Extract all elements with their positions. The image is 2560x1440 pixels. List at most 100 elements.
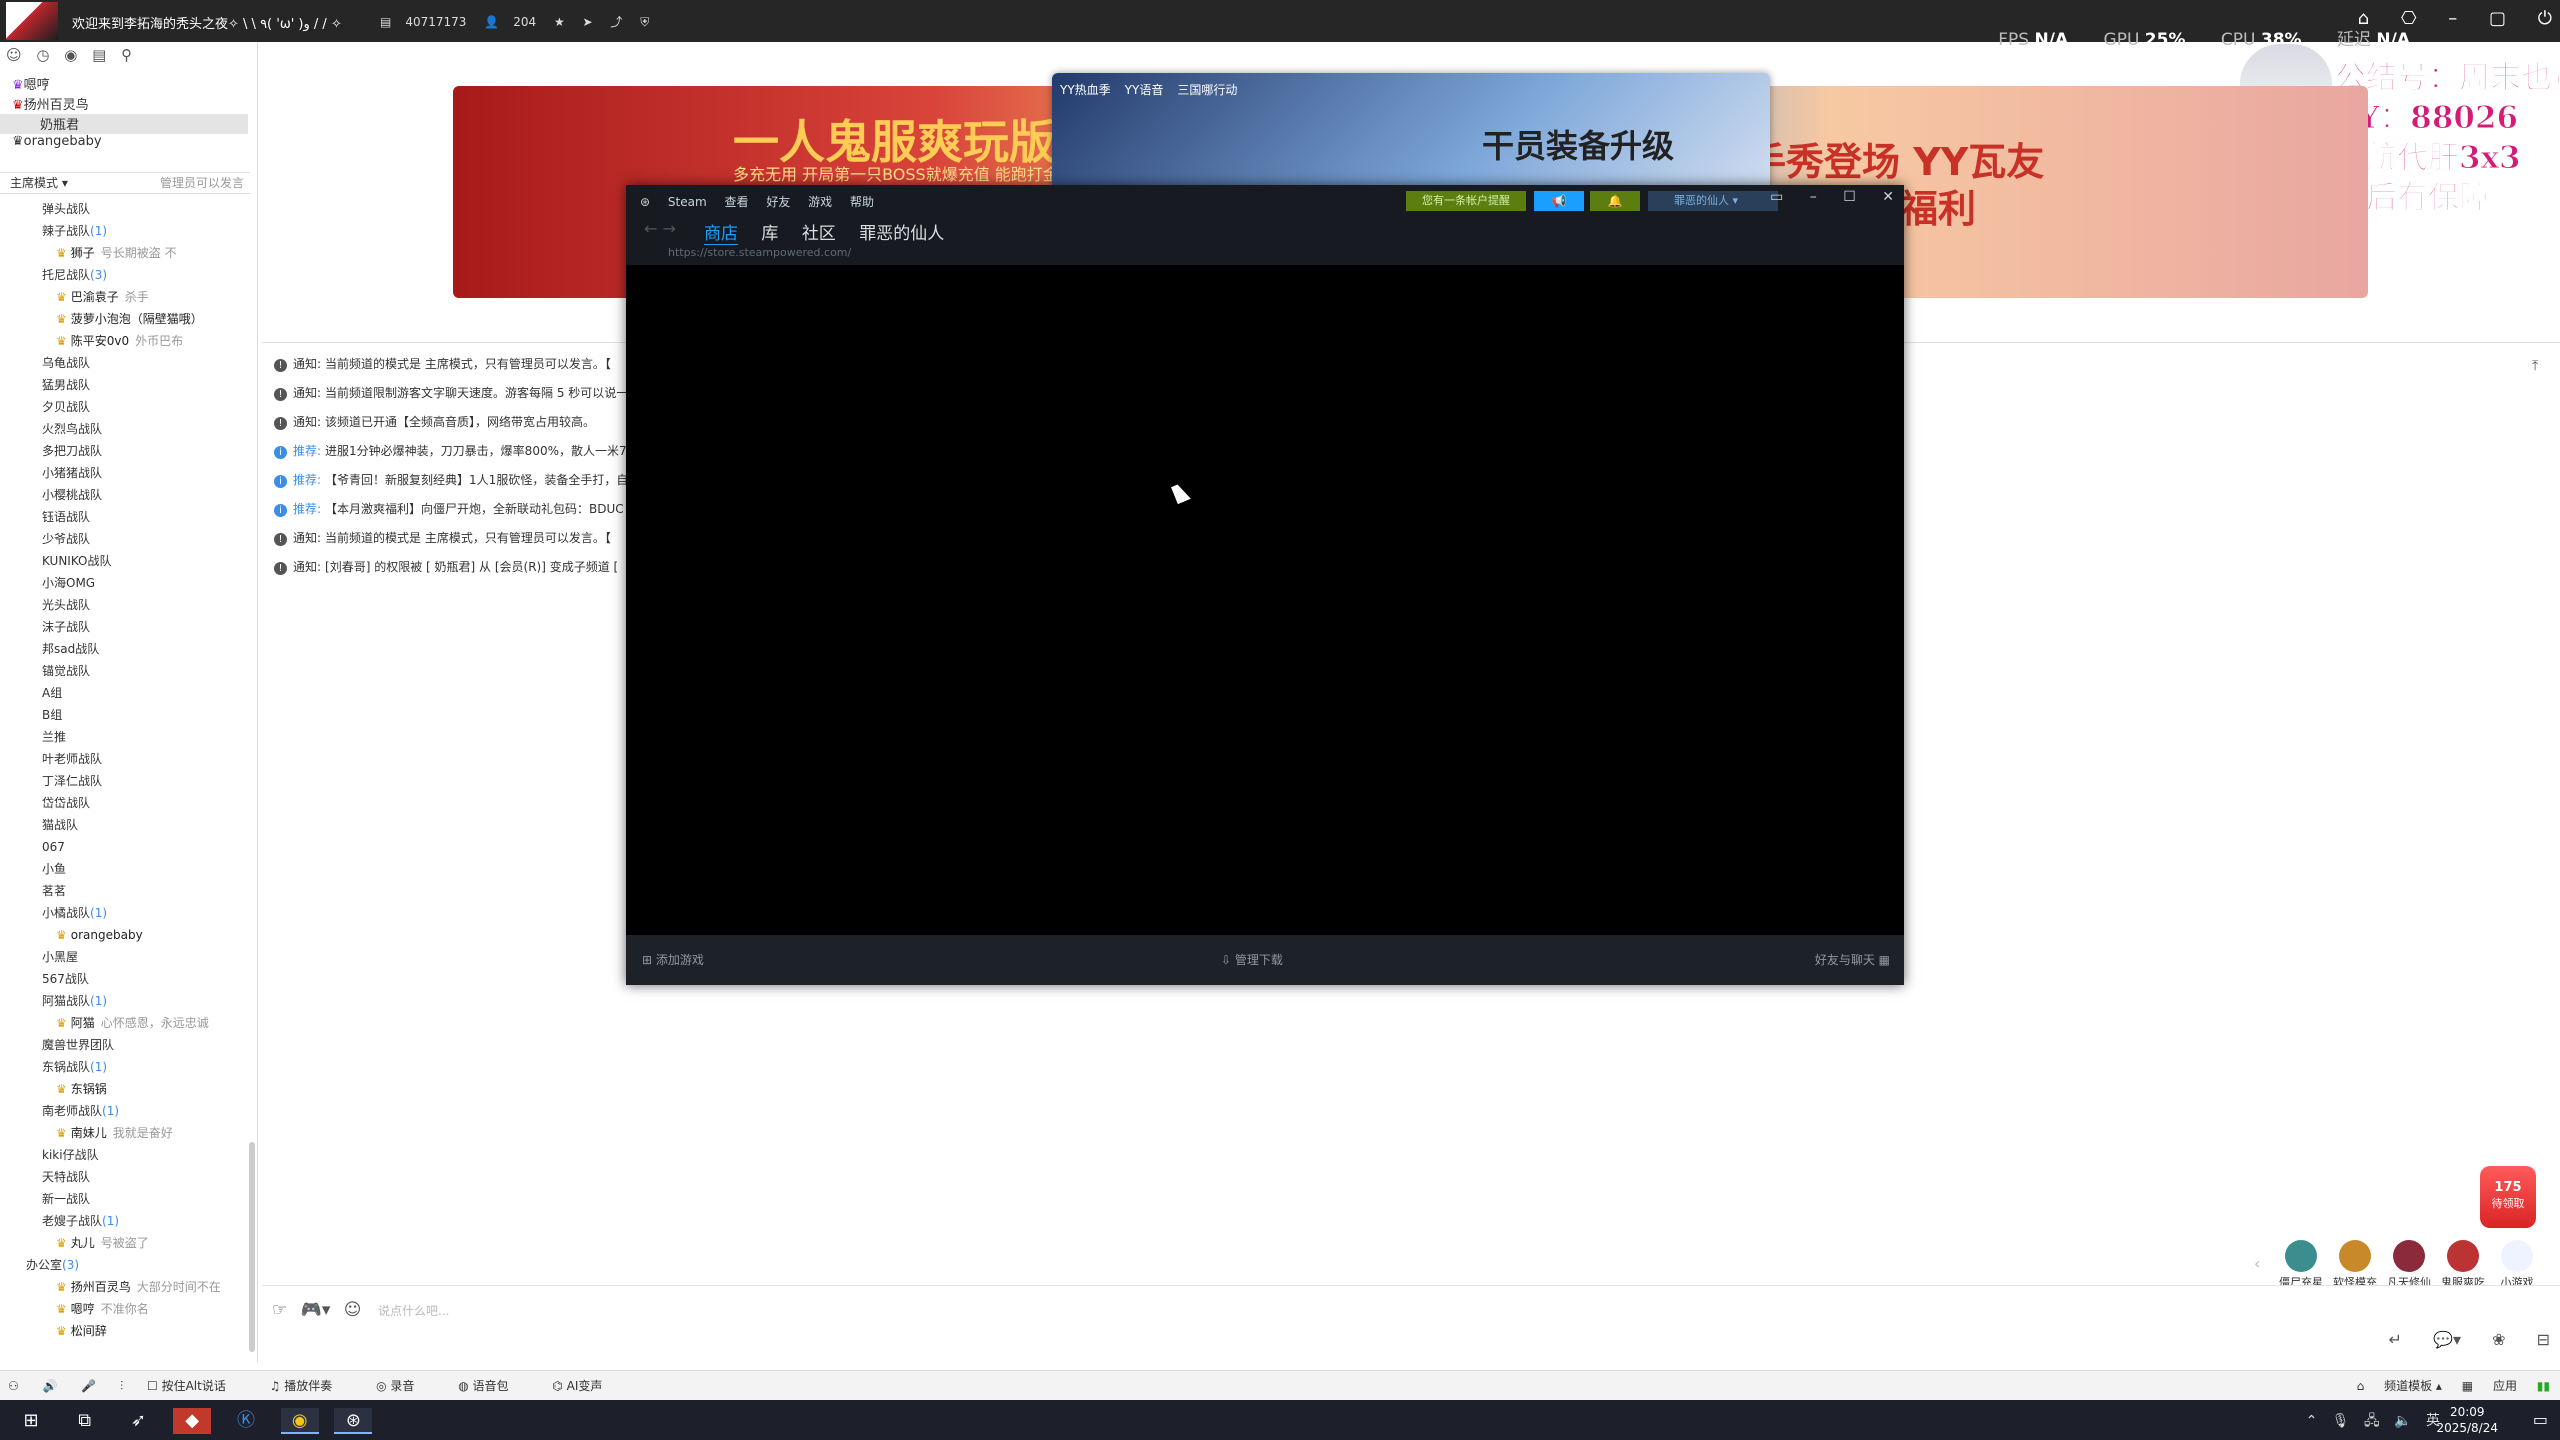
close-icon[interactable]: ✕ bbox=[1882, 189, 1894, 205]
tab-library[interactable]: 库 bbox=[761, 224, 778, 244]
chevron-up-icon[interactable]: ⌃ bbox=[2306, 1413, 2318, 1429]
channel-template-button[interactable]: ⌂ 频道模板 ▴ bbox=[2357, 1379, 2442, 1393]
tree-group[interactable]: 老嫂子战队(1) bbox=[0, 1210, 252, 1232]
tree-group[interactable]: 钰语战队 bbox=[0, 506, 252, 528]
tree-user[interactable]: ♛ 扬州百灵鸟 大部分时间不在 bbox=[0, 1276, 252, 1298]
companion-app[interactable]: 僵尸充星 bbox=[2276, 1240, 2326, 1290]
favorite-item[interactable]: ♛orangebaby bbox=[0, 134, 248, 154]
mic-icon[interactable]: 🎤 bbox=[81, 1379, 96, 1393]
tree-group[interactable]: 天特战队 bbox=[0, 1166, 252, 1188]
companion-app[interactable]: 软怪模充 bbox=[2330, 1240, 2380, 1290]
volume-icon[interactable]: 🔈 bbox=[2394, 1413, 2411, 1429]
sidebar-scrollbar[interactable] bbox=[249, 1142, 255, 1352]
tree-group[interactable]: 南老师战队(1) bbox=[0, 1100, 252, 1122]
avatar-icon[interactable]: ⚇ bbox=[8, 1379, 19, 1393]
tree-group[interactable]: 乌龟战队 bbox=[0, 352, 252, 374]
gamepad-icon[interactable]: ⎔ bbox=[2401, 8, 2417, 29]
equalizer-icon[interactable]: ⫶ bbox=[120, 1379, 123, 1393]
companion-app[interactable]: 鬼服爽吃 bbox=[2438, 1240, 2488, 1290]
tree-group[interactable]: A组 bbox=[0, 682, 252, 704]
game-icon[interactable]: 🎮▾ bbox=[301, 1300, 331, 1320]
tree-group[interactable]: 067 bbox=[0, 836, 252, 858]
send-icon[interactable]: ↵ bbox=[2389, 1330, 2402, 1349]
channel-mode-bar[interactable]: 主席模式 ▾ 管理员可以发言 bbox=[0, 172, 250, 194]
yy-app-icon[interactable]: ◉ bbox=[280, 1408, 319, 1434]
tree-user[interactable]: ♛ 松间辞 bbox=[0, 1320, 252, 1342]
tree-group[interactable]: 小鱼 bbox=[0, 858, 252, 880]
chat-bubble-icon[interactable]: 💬▾ bbox=[2433, 1330, 2461, 1349]
location-icon[interactable]: ◉ bbox=[64, 46, 77, 64]
tree-group[interactable]: 阿猫战队(1) bbox=[0, 990, 252, 1012]
tree-user[interactable]: ♛ 南妹儿 我就是奋好 bbox=[0, 1122, 252, 1144]
tree-group[interactable]: 办公室(3) bbox=[0, 1254, 252, 1276]
tree-group[interactable]: 岱岱战队 bbox=[0, 792, 252, 814]
manage-downloads-button[interactable]: ⇩ 管理下载 bbox=[1221, 951, 1283, 968]
tree-group[interactable]: 兰推 bbox=[0, 726, 252, 748]
star-icon[interactable]: ★ bbox=[554, 15, 565, 29]
notes-icon[interactable]: ▤ bbox=[92, 46, 106, 64]
tree-group[interactable]: 邦sad战队 bbox=[0, 638, 252, 660]
apps-button[interactable]: ▦ 应用 bbox=[2462, 1379, 2517, 1393]
tab-profile[interactable]: 罪恶的仙人 bbox=[859, 224, 944, 244]
voice-pack-button[interactable]: ◍ 语音包 bbox=[458, 1379, 528, 1393]
notification-icon[interactable]: ▭ bbox=[2533, 1410, 2548, 1429]
tree-user[interactable]: ♛ 东锅锅 bbox=[0, 1078, 252, 1100]
shield-icon[interactable]: ⛨ bbox=[640, 15, 649, 29]
scroll-top-icon[interactable]: ⤒ bbox=[2532, 358, 2538, 374]
tree-group[interactable]: B组 bbox=[0, 704, 252, 726]
task-view-icon[interactable]: ⧉ bbox=[66, 1408, 104, 1434]
tree-group[interactable]: 沫子战队 bbox=[0, 616, 252, 638]
tree-group[interactable]: 小海OMG bbox=[0, 572, 252, 594]
account-alert-button[interactable]: 您有一条帐户提醒 bbox=[1406, 191, 1526, 211]
tree-group[interactable]: KUNIKO战队 bbox=[0, 550, 252, 572]
companion-app[interactable]: 小游戏 bbox=[2492, 1240, 2542, 1290]
pin-icon[interactable]: ➤ bbox=[583, 15, 593, 29]
push-to-talk-button[interactable]: ☐ 按住Alt说话 bbox=[147, 1379, 246, 1393]
tree-user[interactable]: ♛ 嗯哼 不准你名 bbox=[0, 1298, 252, 1320]
tree-group[interactable]: 小猪猪战队 bbox=[0, 462, 252, 484]
gift-widget[interactable]: 175 待领取 bbox=[2480, 1166, 2536, 1228]
tree-user[interactable]: ♛ 陈平安0v0 外币巴布 bbox=[0, 330, 252, 352]
steam-app-icon[interactable]: ⊛ bbox=[334, 1408, 373, 1434]
tree-user[interactable]: ♛ 狮子 号长期被盗 不 bbox=[0, 242, 252, 264]
minimize-icon[interactable]: – bbox=[1810, 189, 1817, 205]
forward-arrow-icon[interactable]: → bbox=[663, 219, 676, 238]
mic-tray-icon[interactable]: 🎙 bbox=[2332, 1413, 2350, 1429]
rose-icon[interactable]: ❀ bbox=[2492, 1330, 2505, 1349]
chat-input[interactable]: 说点什么吧... bbox=[378, 1302, 449, 1319]
chevron-left-icon[interactable]: ‹ bbox=[2254, 1254, 2260, 1273]
steam-menu-item[interactable]: 好友 bbox=[766, 195, 790, 209]
favorite-item[interactable]: ♛嗯哼 bbox=[0, 74, 248, 94]
minimize-icon[interactable]: – bbox=[2448, 8, 2457, 29]
companion-app[interactable]: 凡天修仙 bbox=[2384, 1240, 2434, 1290]
home-icon[interactable]: ⌂ bbox=[2358, 8, 2369, 29]
big-picture-icon[interactable]: ▭ bbox=[1770, 189, 1783, 205]
tree-group[interactable]: 锚觉战队 bbox=[0, 660, 252, 682]
add-game-button[interactable]: ⊞ 添加游戏 bbox=[642, 951, 704, 968]
tree-group[interactable]: 猛男战队 bbox=[0, 374, 252, 396]
speaker-icon[interactable]: 🔊 bbox=[43, 1379, 58, 1393]
tree-group[interactable]: 丁泽仁战队 bbox=[0, 770, 252, 792]
tree-group[interactable]: 叶老师战队 bbox=[0, 748, 252, 770]
tree-user[interactable]: ♛ 丸儿 号被盗了 bbox=[0, 1232, 252, 1254]
history-icon[interactable]: ◷ bbox=[36, 46, 49, 64]
tab-community[interactable]: 社区 bbox=[802, 224, 836, 244]
share-icon[interactable]: ⤴ bbox=[610, 15, 622, 29]
favorite-item-selected[interactable]: 奶瓶君 bbox=[0, 114, 248, 134]
mode-label[interactable]: 主席模式 bbox=[10, 176, 58, 190]
tree-group[interactable]: 茗茗 bbox=[0, 880, 252, 902]
emoji-icon[interactable]: ☺ bbox=[344, 1300, 362, 1320]
app-icon[interactable]: ➶ bbox=[119, 1408, 157, 1434]
back-arrow-icon[interactable]: ← bbox=[644, 219, 657, 238]
tree-user[interactable]: ♛ orangebaby bbox=[0, 924, 252, 946]
gift-box-icon[interactable]: ⊟ bbox=[2537, 1330, 2550, 1349]
windows-start-icon[interactable]: ⊞ bbox=[12, 1408, 50, 1434]
contacts-icon[interactable]: ☺ bbox=[6, 46, 22, 64]
tree-group[interactable]: 少爷战队 bbox=[0, 528, 252, 550]
tree-group[interactable]: 夕贝战队 bbox=[0, 396, 252, 418]
steam-menu-item[interactable]: 帮助 bbox=[850, 195, 874, 209]
tree-group[interactable]: 小橘战队(1) bbox=[0, 902, 252, 924]
restore-icon[interactable]: ▢ bbox=[2489, 8, 2506, 29]
favorite-item[interactable]: ♛扬州百灵鸟 bbox=[0, 94, 248, 114]
message-text[interactable]: 进服1分钟必爆神装，刀刀暴击，爆率800%，散人一米7 bbox=[325, 444, 627, 458]
